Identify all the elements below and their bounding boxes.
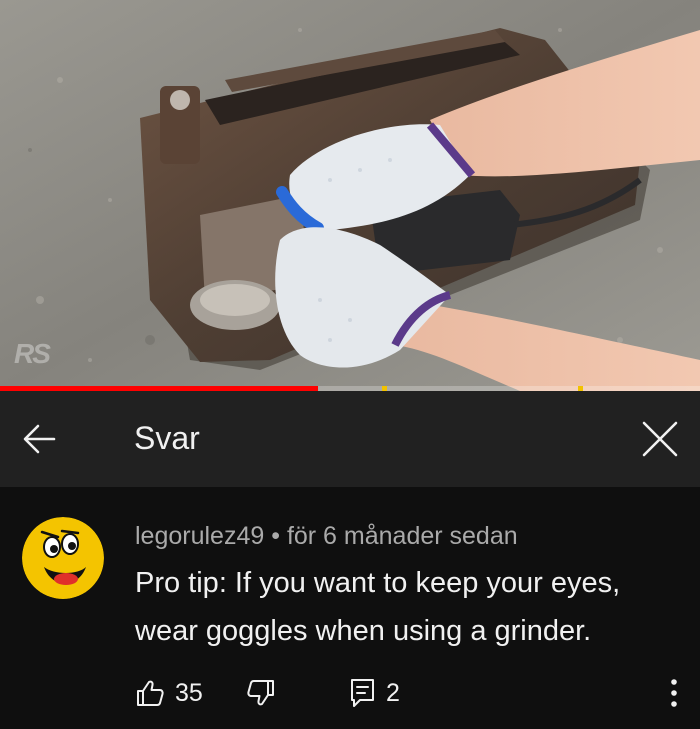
page-title: Svar (134, 420, 200, 456)
thumbs-down-icon (247, 680, 274, 706)
like-button[interactable]: 35 (135, 673, 203, 713)
more-options-button[interactable] (660, 673, 688, 713)
comment-actions: 35 2 (0, 673, 700, 713)
replies-header: Svar (0, 391, 700, 487)
reply-comment-icon (351, 679, 374, 707)
like-count: 35 (175, 678, 203, 707)
video-player[interactable]: RS (0, 0, 700, 391)
video-watermark: RS (14, 338, 51, 369)
close-icon (642, 421, 678, 457)
meta-separator: • (271, 522, 280, 550)
comment-author[interactable]: legorulez49 (135, 522, 264, 550)
comment-text: Pro tip: If you want to keep your eyes, … (135, 567, 621, 647)
reply-button[interactable]: 2 (350, 673, 400, 713)
more-vertical-icon (671, 679, 677, 707)
comment-meta: legorulez49 • för 6 månader sedan (135, 521, 518, 551)
video-frame-image (0, 0, 700, 391)
pacman-avatar-icon (22, 517, 104, 599)
back-button[interactable] (18, 417, 62, 461)
close-button[interactable] (638, 417, 682, 461)
avatar[interactable] (22, 517, 104, 599)
comment-timestamp: för 6 månader sedan (286, 522, 518, 550)
dislike-button[interactable] (246, 673, 276, 713)
arrow-left-icon (23, 424, 56, 454)
thumbs-up-icon (137, 680, 164, 706)
reply-count: 2 (386, 678, 400, 707)
comment-item: legorulez49 • för 6 månader sedan Pro ti… (0, 487, 700, 729)
